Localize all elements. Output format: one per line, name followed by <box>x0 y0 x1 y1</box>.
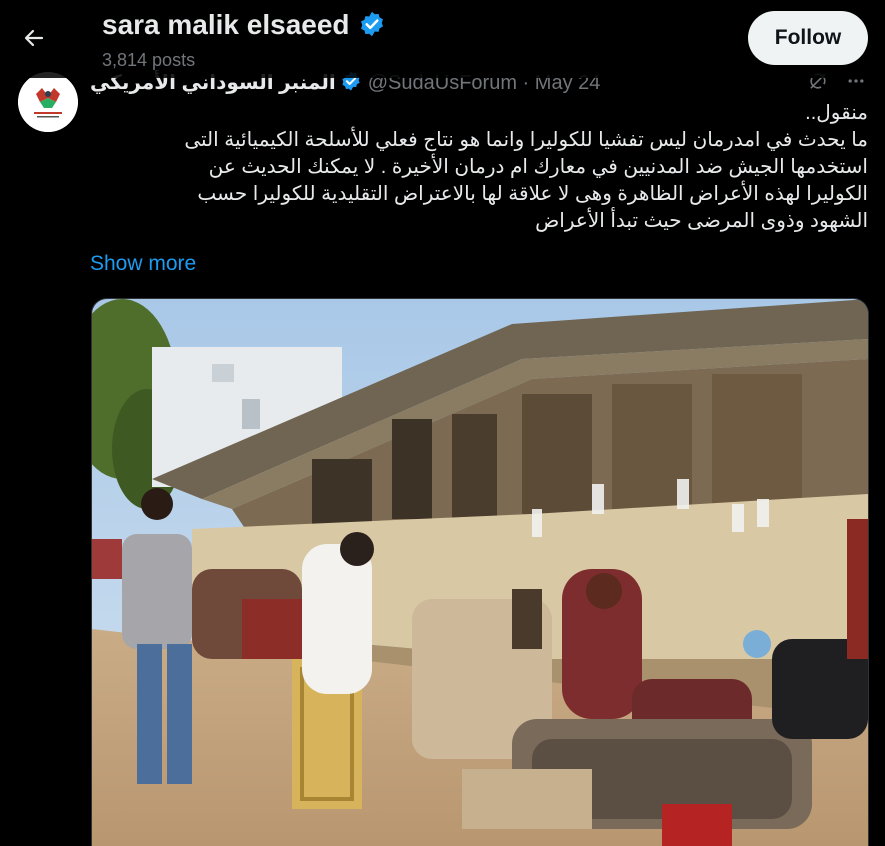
profile-name: sara malik elsaeed <box>102 9 350 40</box>
avatar[interactable] <box>18 72 78 132</box>
tweet-text-line: منقول.. <box>805 102 868 124</box>
tweet-text-line: استخدمها الجيش ضد المدنيين في معارك ام د… <box>208 156 868 178</box>
profile-header: sara malik elsaeed 3,814 posts Follow <box>0 0 885 78</box>
page-title: sara malik elsaeed <box>102 8 386 46</box>
show-more-link[interactable]: Show more <box>90 251 196 277</box>
tweet-text-line: الشهود وذوى المرضى حيث تبدأ الأعراض <box>535 210 868 232</box>
tweet-photo[interactable] <box>91 298 869 846</box>
arrow-left-icon <box>24 29 44 47</box>
follow-button[interactable]: Follow <box>748 11 868 65</box>
hospital-courtyard-photo <box>92 299 868 846</box>
tweet-text: منقول.. ما يحدث في امدرمان ليس تفشيا للك… <box>90 100 868 235</box>
tweet-text-line: ما يحدث في امدرمان ليس تفشيا للكوليرا وا… <box>184 129 868 151</box>
tweet[interactable]: المنبر السوداني الأمريكي @SudaUsForum · M… <box>0 58 885 846</box>
forum-logo-icon <box>18 72 78 132</box>
back-button[interactable] <box>14 18 54 58</box>
verified-badge-icon <box>358 10 386 46</box>
tweet-text-line: الكوليرا لهذه الأعراض الظاهرة وهى لا علا… <box>197 183 868 205</box>
posts-count: 3,814 posts <box>102 50 196 70</box>
